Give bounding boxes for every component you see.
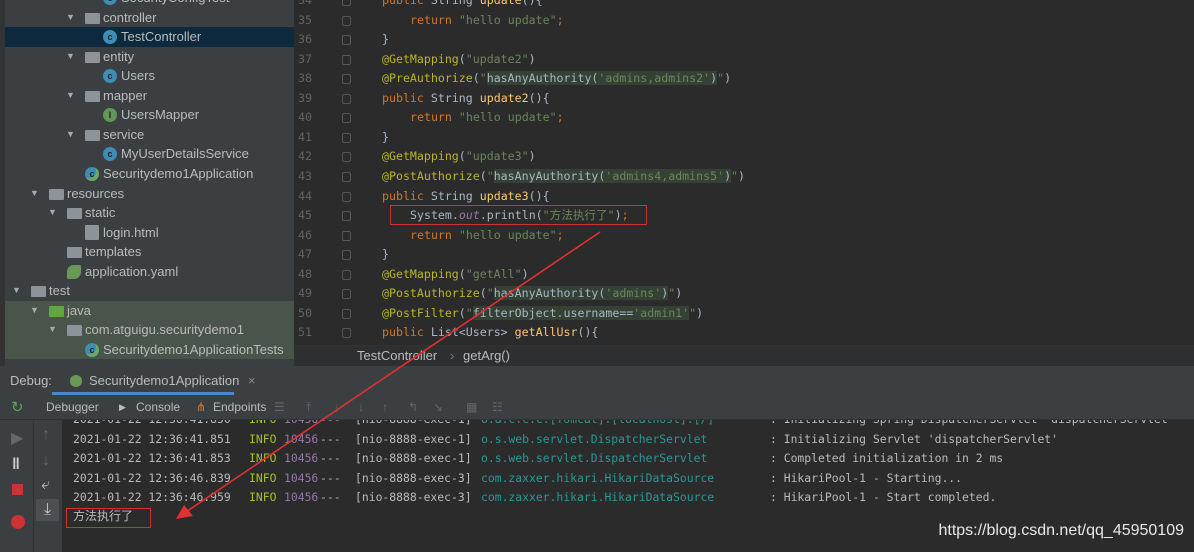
arrow-head (176, 505, 193, 519)
arrow-line (185, 231, 601, 513)
watermark: https://blog.csdn.net/qq_45950109 (938, 522, 1184, 539)
annotation-arrow (176, 231, 601, 519)
